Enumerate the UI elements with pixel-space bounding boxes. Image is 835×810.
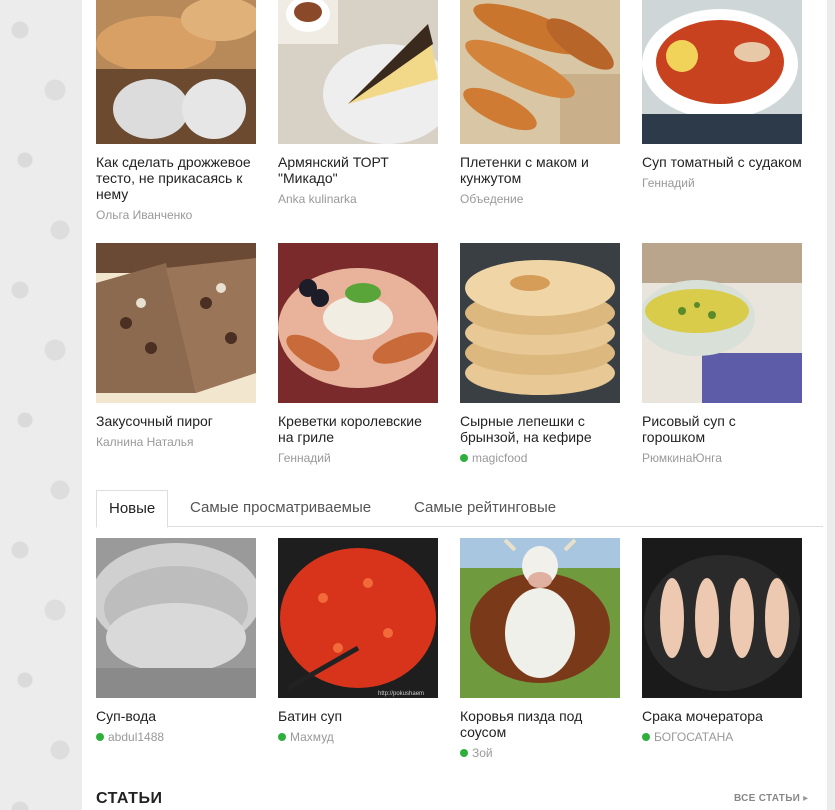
dough-photo[interactable]: [96, 0, 256, 144]
author-name[interactable]: РюмкинаЮнга: [642, 451, 722, 465]
recipe-title[interactable]: Рисовый суп с горошком: [642, 413, 802, 445]
recipe-card[interactable]: Суп томатный с судаком Геннадий: [642, 0, 802, 190]
recipe-card[interactable]: Креветки королевские на гриле Геннадий: [278, 243, 438, 465]
recipe-author[interactable]: magicfood: [460, 451, 620, 465]
recipe-card[interactable]: Срака мочератора БОГОСАТАНА: [642, 538, 802, 744]
recipe-sort-tabs: Новые Самые просматриваемые Самые рейтин…: [96, 490, 823, 528]
author-name[interactable]: magicfood: [472, 451, 527, 465]
recipe-author[interactable]: Калнина Наталья: [96, 435, 256, 449]
chicken-in-pan-photo[interactable]: [642, 538, 802, 698]
cow-photo[interactable]: [460, 538, 620, 698]
author-name[interactable]: Ольга Иванченко: [96, 208, 192, 222]
articles-section-title: СТАТЬИ: [96, 790, 163, 807]
tab-most-viewed[interactable]: Самые просматриваемые: [178, 490, 383, 526]
recipe-card[interactable]: Плетенки с маком и кунжутом Объедение: [460, 0, 620, 206]
recipe-card[interactable]: Рисовый суп с горошком РюмкинаЮнга: [642, 243, 802, 465]
recipe-author[interactable]: Ольга Иванченко: [96, 208, 256, 222]
braided-buns-photo[interactable]: [460, 0, 620, 144]
recipe-title[interactable]: Как сделать дрожжевое тесто, не прикасая…: [96, 154, 256, 202]
recipe-title[interactable]: Плетенки с маком и кунжутом: [460, 154, 620, 186]
recipe-author[interactable]: Геннадий: [642, 176, 802, 190]
all-articles-link[interactable]: ВСЕ СТАТЬИ ▸: [734, 793, 809, 804]
author-name[interactable]: Anka kulinarka: [278, 192, 357, 206]
tab-top-rated[interactable]: Самые рейтинговые: [402, 490, 568, 526]
recipe-title[interactable]: Закусочный пирог: [96, 413, 256, 429]
recipe-author[interactable]: Anka kulinarka: [278, 192, 438, 206]
recipe-author[interactable]: Объедение: [460, 192, 620, 206]
snack-pie-photo[interactable]: [96, 243, 256, 403]
rice-soup-photo[interactable]: [642, 243, 802, 403]
background-pattern: [0, 0, 82, 810]
recipe-title[interactable]: Суп томатный с судаком: [642, 154, 802, 170]
online-status-dot: [278, 733, 286, 741]
recipe-author[interactable]: Геннадий: [278, 451, 438, 465]
recipe-card[interactable]: http://pokushaem Батин суп Махмуд: [278, 538, 438, 744]
recipe-title[interactable]: Коровья пизда под соусом: [460, 708, 620, 740]
recipe-title[interactable]: Армянский ТОРТ "Микадо": [278, 154, 438, 186]
online-status-dot: [460, 454, 468, 462]
recipe-card[interactable]: Коровья пизда под соусом Зой: [460, 538, 620, 760]
online-status-dot: [642, 733, 650, 741]
tab-new[interactable]: Новые: [96, 490, 169, 528]
online-status-dot: [96, 733, 104, 741]
grilled-shrimp-photo[interactable]: [278, 243, 438, 403]
recipe-card[interactable]: Сырные лепешки с брынзой, на кефире magi…: [460, 243, 620, 465]
author-name[interactable]: БОГОСАТАНА: [654, 730, 733, 744]
author-name[interactable]: Объедение: [460, 192, 523, 206]
recipe-card[interactable]: Армянский ТОРТ "Микадо" Anka kulinarka: [278, 0, 438, 206]
author-name[interactable]: abdul1488: [108, 730, 164, 744]
all-articles-label[interactable]: ВСЕ СТАТЬИ: [734, 793, 800, 804]
author-name[interactable]: Зой: [472, 746, 493, 760]
online-status-dot: [460, 749, 468, 757]
author-name[interactable]: Калнина Наталья: [96, 435, 194, 449]
recipe-author[interactable]: Махмуд: [278, 730, 438, 744]
recipe-author[interactable]: РюмкинаЮнга: [642, 451, 802, 465]
author-name[interactable]: Геннадий: [278, 451, 331, 465]
recipe-author[interactable]: БОГОСАТАНА: [642, 730, 802, 744]
cheese-flatbread-photo[interactable]: [460, 243, 620, 403]
recipes-content: Как сделать дрожжевое тесто, не прикасая…: [82, 0, 827, 810]
watermark-text: http://pokushaem: [378, 691, 424, 697]
tomato-soup-photo[interactable]: [642, 0, 802, 144]
recipe-title[interactable]: Креветки королевские на гриле: [278, 413, 438, 445]
recipe-title[interactable]: Срака мочератора: [642, 708, 802, 724]
recipe-card[interactable]: Суп-вода abdul1488: [96, 538, 256, 744]
chevron-right-icon: ▸: [803, 793, 809, 804]
recipe-card[interactable]: Как сделать дрожжевое тесто, не прикасая…: [96, 0, 256, 222]
recipe-author[interactable]: abdul1488: [96, 730, 256, 744]
red-stew-photo[interactable]: http://pokushaem: [278, 538, 438, 698]
author-name[interactable]: Геннадий: [642, 176, 695, 190]
recipe-title[interactable]: Сырные лепешки с брынзой, на кефире: [460, 413, 620, 445]
recipe-title[interactable]: Батин суп: [278, 708, 438, 724]
cake-photo[interactable]: [278, 0, 438, 144]
recipe-card[interactable]: Закусочный пирог Калнина Наталья: [96, 243, 256, 449]
pot-of-water-photo[interactable]: [96, 538, 256, 698]
recipe-author[interactable]: Зой: [460, 746, 620, 760]
recipe-title[interactable]: Суп-вода: [96, 708, 256, 724]
author-name[interactable]: Махмуд: [290, 730, 334, 744]
